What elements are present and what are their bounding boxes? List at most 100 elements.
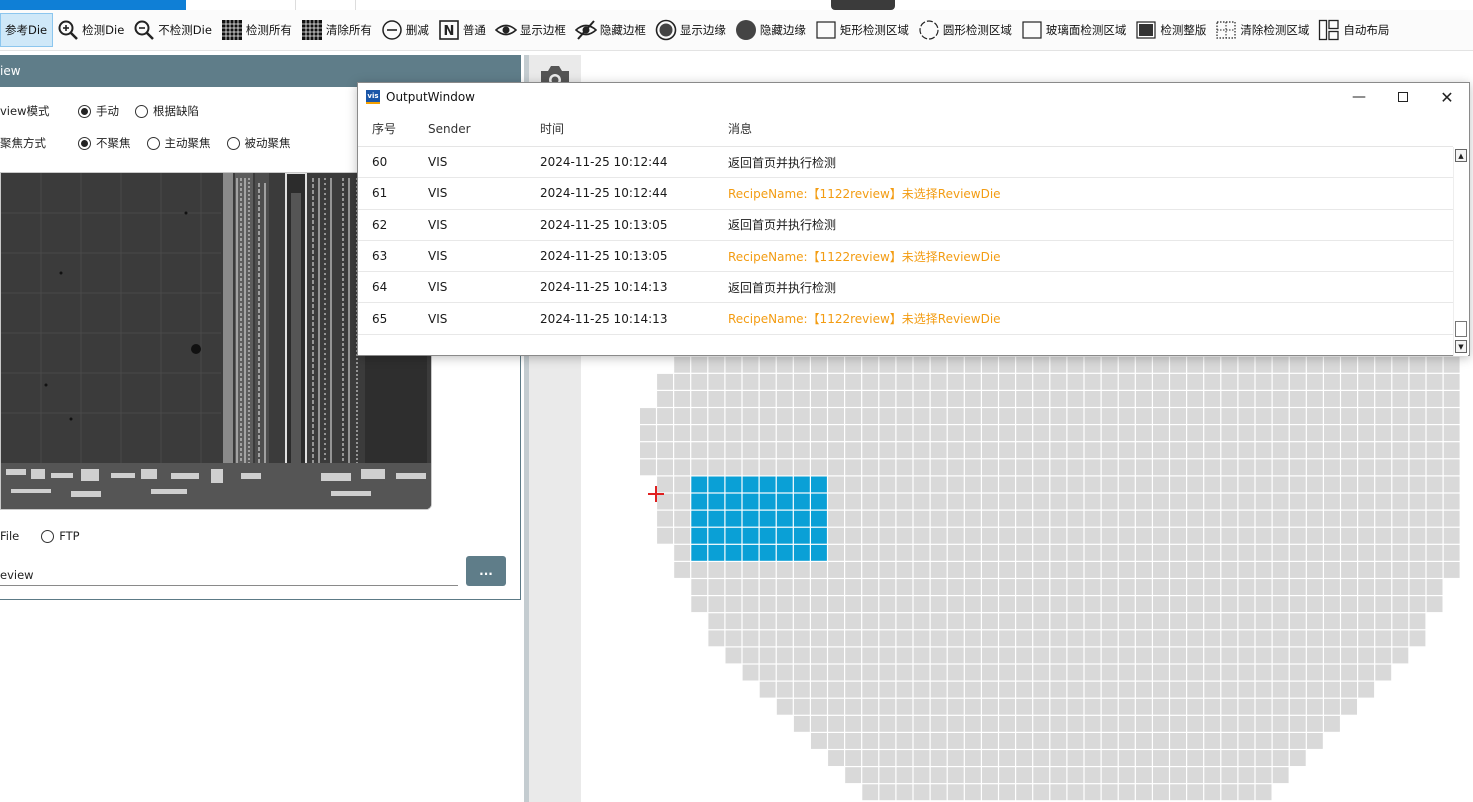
die-cell[interactable] (1409, 613, 1426, 630)
die-cell-selected[interactable] (742, 510, 759, 527)
die-cell[interactable] (1187, 408, 1204, 424)
die-cell[interactable] (1306, 596, 1323, 613)
die-cell[interactable] (1341, 476, 1357, 493)
die-cell[interactable] (776, 630, 793, 647)
die-cell[interactable] (896, 356, 913, 373)
die-cell[interactable] (1050, 647, 1067, 664)
die-cell[interactable] (1135, 767, 1152, 784)
die-cell[interactable] (1392, 425, 1409, 442)
die-cell[interactable] (1118, 373, 1135, 390)
die-cell[interactable] (982, 733, 998, 749)
die-cell-selected[interactable] (759, 527, 776, 544)
die-cell[interactable] (657, 442, 673, 459)
die-cell[interactable] (1272, 459, 1289, 476)
die-cell[interactable] (930, 476, 947, 493)
die-cell[interactable] (1170, 493, 1186, 510)
die-cell[interactable] (999, 784, 1015, 801)
die-cell[interactable] (862, 664, 879, 681)
die-cell[interactable] (913, 647, 930, 664)
die-cell[interactable] (999, 664, 1015, 681)
die-cell[interactable] (1392, 391, 1409, 407)
die-cell[interactable] (1084, 562, 1101, 578)
die-cell[interactable] (1426, 442, 1443, 459)
die-cell[interactable] (1221, 356, 1238, 373)
die-cell[interactable] (1118, 596, 1135, 613)
die-cell[interactable] (1255, 784, 1272, 801)
toolbar-full-board-button[interactable]: 检测整版 (1131, 13, 1211, 47)
die-cell[interactable] (1255, 527, 1272, 544)
die-cell[interactable] (913, 476, 930, 493)
die-cell[interactable] (1272, 733, 1289, 749)
die-cell[interactable] (1084, 630, 1101, 647)
die-cell[interactable] (999, 733, 1015, 749)
die-cell[interactable] (776, 647, 793, 664)
die-cell[interactable] (691, 373, 708, 390)
scroll-down-button[interactable]: ▼ (1455, 340, 1467, 353)
die-cell[interactable] (1324, 579, 1340, 595)
die-cell[interactable] (845, 459, 862, 476)
die-cell[interactable] (862, 391, 879, 407)
die-cell[interactable] (1067, 596, 1084, 613)
die-cell[interactable] (725, 373, 742, 390)
die-cell[interactable] (862, 562, 879, 578)
die-cell[interactable] (1170, 698, 1186, 715)
die-cell[interactable] (742, 647, 759, 664)
die-cell[interactable] (1153, 715, 1169, 732)
die-cell[interactable] (1153, 647, 1169, 664)
die-cell[interactable] (1016, 459, 1033, 476)
die-cell[interactable] (1392, 647, 1409, 664)
die-cell[interactable] (1238, 647, 1255, 664)
die-cell[interactable] (1153, 442, 1169, 459)
die-cell[interactable] (982, 630, 998, 647)
die-cell[interactable] (1067, 733, 1084, 749)
die-cell[interactable] (828, 647, 844, 664)
die-cell[interactable] (845, 356, 862, 373)
die-cell[interactable] (1135, 562, 1152, 578)
die-cell[interactable] (811, 562, 827, 578)
die-cell[interactable] (1135, 698, 1152, 715)
die-cell[interactable] (879, 715, 896, 732)
die-cell[interactable] (982, 647, 998, 664)
die-cell[interactable] (1255, 562, 1272, 578)
die-cell-selected[interactable] (776, 544, 793, 561)
die-cell[interactable] (1341, 510, 1357, 527)
die-cell[interactable] (845, 579, 862, 595)
die-cell[interactable] (1187, 733, 1204, 749)
die-cell[interactable] (725, 459, 742, 476)
die-cell[interactable] (811, 459, 827, 476)
scroll-up-button[interactable]: ▲ (1455, 149, 1467, 162)
die-cell[interactable] (896, 425, 913, 442)
die-cell[interactable] (1067, 698, 1084, 715)
focus-none-radio[interactable]: 不聚焦 (78, 135, 131, 151)
die-cell[interactable] (1409, 459, 1426, 476)
die-cell[interactable] (845, 596, 862, 613)
die-cell[interactable] (947, 733, 964, 749)
die-cell[interactable] (1118, 391, 1135, 407)
die-cell[interactable] (930, 784, 947, 801)
die-cell[interactable] (1101, 715, 1118, 732)
die-cell[interactable] (1324, 715, 1340, 732)
die-cell[interactable] (1324, 391, 1340, 407)
die-cell[interactable] (1255, 493, 1272, 510)
die-cell[interactable] (725, 562, 742, 578)
die-cell[interactable] (862, 698, 879, 715)
die-cell[interactable] (1204, 715, 1221, 732)
die-cell[interactable] (913, 613, 930, 630)
die-cell[interactable] (930, 681, 947, 698)
die-cell[interactable] (1101, 579, 1118, 595)
die-cell[interactable] (1324, 681, 1340, 698)
die-cell[interactable] (759, 562, 776, 578)
die-cell[interactable] (1187, 681, 1204, 698)
window-handle[interactable] (831, 0, 895, 10)
die-cell[interactable] (1084, 647, 1101, 664)
die-cell[interactable] (1084, 527, 1101, 544)
die-cell[interactable] (1289, 459, 1306, 476)
die-cell[interactable] (1135, 647, 1152, 664)
die-cell[interactable] (1033, 681, 1050, 698)
die-cell[interactable] (1187, 715, 1204, 732)
die-cell[interactable] (1255, 664, 1272, 681)
die-cell[interactable] (1306, 681, 1323, 698)
die-cell[interactable] (1358, 630, 1375, 647)
die-cell[interactable] (1221, 373, 1238, 390)
die-cell-selected[interactable] (725, 493, 742, 510)
